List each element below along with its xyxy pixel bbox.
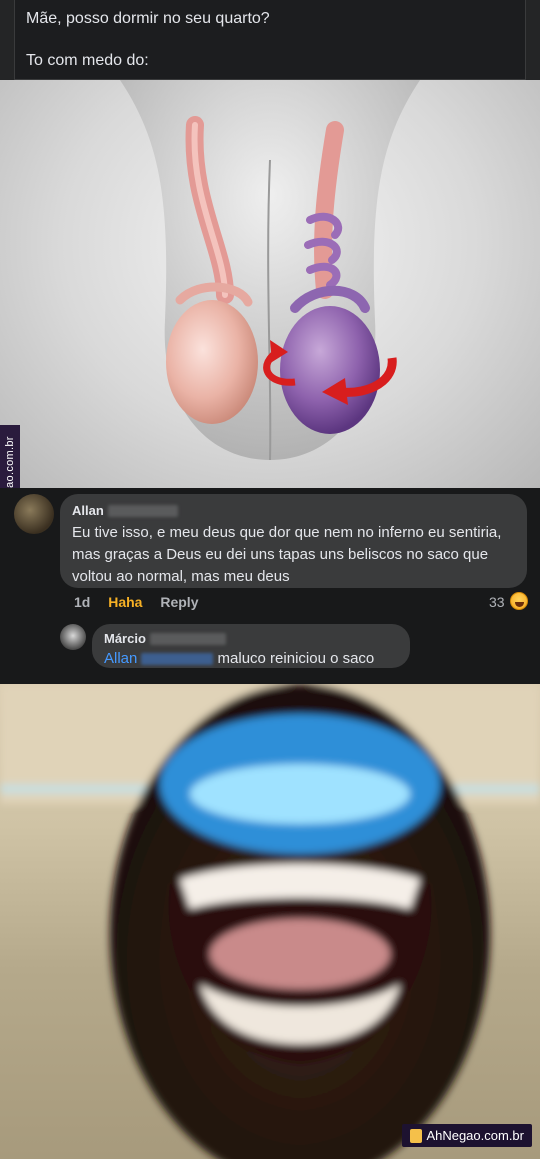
site-logo-icon [410, 1128, 423, 1143]
blurred-surname [149, 632, 226, 645]
comment-actions: 1d Haha Reply [74, 594, 212, 610]
reply-author[interactable]: Márcio [104, 631, 146, 646]
mention-link[interactable]: Allan [104, 650, 137, 667]
watermark-text: AhNegao.com.br [426, 1128, 524, 1143]
reply-message: maluco reiniciou o saco [217, 650, 375, 667]
comment-bubble[interactable]: Allan Eu tive isso, e meu deus que dor q… [60, 494, 527, 588]
post-text-line-2: To com medo do: [26, 52, 149, 69]
bottom-watermark: AhNegao.com.br [402, 1124, 532, 1147]
blurred-surname [107, 504, 178, 517]
comment-time: 1d [74, 594, 91, 610]
comment-text: Eu tive isso, e meu deus que dor que nem… [72, 524, 502, 585]
post-text-line-1: Mãe, posso dormir no seu quarto? [26, 10, 270, 27]
post-header: Mãe, posso dormir no seu quarto? To com … [0, 0, 540, 80]
reaction-image: AhNegao.com.br [0, 684, 540, 1159]
avatar[interactable] [14, 494, 54, 534]
haha-reaction-button[interactable]: Haha [108, 594, 142, 610]
comment-author[interactable]: Allan [72, 503, 104, 518]
reply-button[interactable]: Reply [160, 594, 198, 610]
comments-section: Allan Eu tive isso, e meu deus que dor q… [0, 488, 540, 684]
laughing-emoji-icon[interactable] [510, 592, 528, 610]
reply-text: Allan maluco reiniciou o saco [104, 648, 398, 670]
laughing-face-photo [0, 684, 540, 1159]
reply-bubble[interactable]: Márcio Allan maluco reiniciou o saco [92, 624, 410, 668]
medical-illustration [0, 80, 540, 488]
avatar[interactable] [60, 624, 86, 650]
blurred-mention-surname [141, 653, 214, 666]
reaction-count[interactable]: 33 [489, 594, 505, 610]
testicular-torsion-illustration [120, 80, 420, 461]
